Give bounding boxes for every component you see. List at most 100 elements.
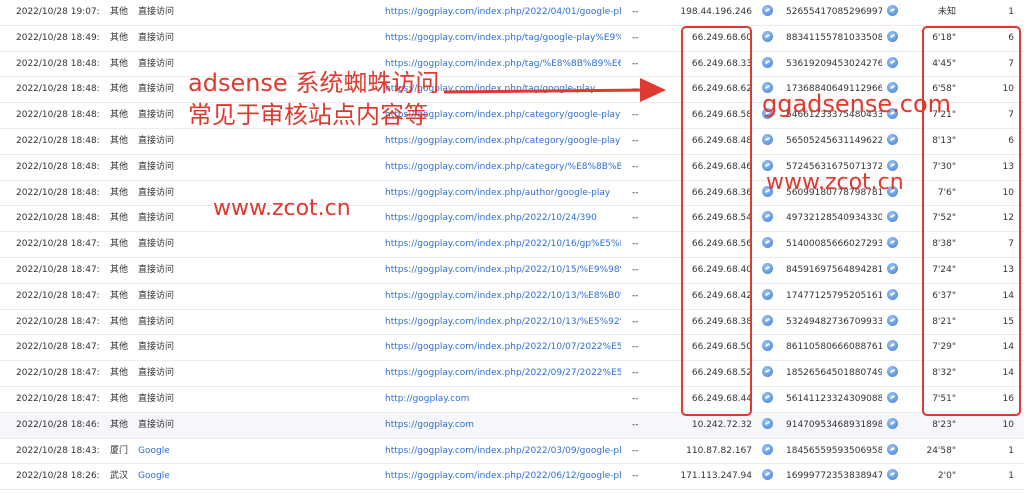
visit-time: 2022/10/28 18:26:10	[16, 471, 100, 482]
visit-url-link[interactable]: https://gogplay.com/index.php/2022/04/01…	[385, 0, 621, 25]
table-row: 2022/10/28 18:43:49 厦门 Google https://gogpl…	[0, 439, 1024, 465]
location-pin-icon[interactable]	[762, 26, 776, 51]
location-pin-icon[interactable]	[887, 284, 901, 309]
visit-url-link[interactable]: https://gogplay.com/index.php/2022/10/07…	[385, 335, 621, 360]
visit-referrer: --	[632, 316, 639, 327]
location-pin-icon[interactable]	[887, 129, 901, 154]
visit-region: 其他	[110, 316, 129, 327]
location-pin-icon[interactable]	[887, 413, 901, 438]
visitor-id: 4973212854093433056	[786, 213, 882, 224]
location-pin-icon[interactable]	[762, 413, 776, 438]
visit-url-link[interactable]: https://gogplay.com/index.php/2022/10/13…	[385, 310, 621, 335]
visit-source: 直接访问	[138, 342, 175, 353]
location-pin-icon[interactable]	[887, 26, 901, 51]
location-pin-icon[interactable]	[762, 335, 776, 360]
annotation-headline-line2: 常见于审核站点内容等	[188, 101, 428, 129]
location-pin-icon[interactable]	[887, 387, 901, 412]
location-pin-icon[interactable]	[762, 284, 776, 309]
visit-url-link[interactable]: https://gogplay.com/index.php/2022/10/15…	[385, 258, 621, 283]
visit-referrer: --	[632, 239, 639, 250]
table-row: 2022/10/28 18:47:24 其他直接访问 https://gogplay…	[0, 284, 1024, 310]
visit-url-link[interactable]: https://gogplay.com/index.php/tag/google…	[385, 26, 621, 51]
visit-time: 2022/10/28 18:48:44	[16, 110, 100, 121]
visit-url-link[interactable]: https://gogplay.com/index.php/category/%…	[385, 155, 621, 180]
visit-duration: 8'23"	[932, 419, 956, 430]
location-pin-icon[interactable]	[762, 0, 776, 25]
visit-source[interactable]: Google	[138, 464, 188, 489]
visit-region: 其他	[110, 213, 129, 224]
visit-url-link[interactable]: http://gogplay.com	[385, 387, 621, 412]
visit-source: 直接访问	[138, 290, 175, 301]
visit-source: 直接访问	[138, 136, 175, 146]
visit-source: 直接访问	[138, 239, 175, 250]
location-pin-icon[interactable]	[762, 232, 776, 257]
duration-pages-highlight-box	[922, 26, 1021, 416]
visit-time: 2022/10/28 18:49:53	[16, 32, 100, 43]
visit-url-link[interactable]: https://gogplay.com/index.php/2022/09/27…	[385, 361, 621, 386]
location-pin-icon[interactable]	[887, 335, 901, 360]
visit-time: 2022/10/28 18:48:33	[16, 136, 100, 146]
location-pin-icon[interactable]	[887, 232, 901, 257]
visit-source[interactable]: Google	[138, 439, 188, 464]
visitor-id: 5324948273670993372	[786, 316, 882, 327]
location-pin-icon[interactable]	[762, 129, 776, 154]
location-pin-icon[interactable]	[762, 258, 776, 283]
location-pin-icon[interactable]	[762, 439, 776, 464]
location-pin-icon[interactable]	[887, 0, 901, 25]
location-pin-icon[interactable]	[887, 439, 901, 464]
table-row: 2022/10/28 18:47:22 其他直接访问 https://gogplay…	[0, 310, 1024, 336]
visit-url-link[interactable]: https://gogplay.com/index.php/2022/03/09…	[385, 439, 621, 464]
location-pin-icon[interactable]	[887, 310, 901, 335]
visit-url-link[interactable]: https://gogplay.com/index.php/author/goo…	[385, 181, 621, 206]
visit-referrer: --	[632, 368, 639, 379]
location-pin-icon[interactable]	[762, 387, 776, 412]
location-pin-icon	[887, 288, 898, 300]
visit-time: 2022/10/28 18:48:48	[16, 84, 100, 95]
visit-url-link[interactable]: https://gogplay.com/index.php/category/g…	[385, 129, 621, 154]
table-row: 2022/10/28 18:47:48 其他直接访问 https://gogplay…	[0, 232, 1024, 258]
table-row: 2022/10/28 18:46:50 其他直接访问 https://gogplay…	[0, 412, 1024, 439]
location-pin-icon[interactable]	[887, 361, 901, 386]
visit-url-link[interactable]: https://gogplay.com/index.php/2022/10/24…	[385, 206, 621, 231]
visit-url-link[interactable]: https://gogplay.com/index.php/2022/10/13…	[385, 284, 621, 309]
location-pin-icon	[762, 5, 773, 16]
location-pin-icon[interactable]	[887, 258, 901, 283]
visit-page-count: 1	[1008, 445, 1014, 456]
table-row: 2022/10/28 18:48:33 其他直接访问 https://gogplay…	[0, 129, 1024, 155]
visitor-id: 5140008566602729344	[786, 239, 882, 250]
location-pin-icon[interactable]	[762, 464, 776, 489]
watermark-left: www.zcot.cn	[213, 196, 351, 221]
visitor-id: 1699977235383894732	[786, 471, 882, 482]
visit-source: 直接访问	[138, 7, 175, 17]
location-pin-icon	[887, 30, 898, 42]
location-pin-icon[interactable]	[762, 52, 776, 77]
location-pin-icon[interactable]	[762, 310, 776, 335]
location-pin-icon	[762, 237, 773, 249]
visit-time: 2022/10/28 19:07:01	[16, 7, 100, 17]
visit-source: 直接访问	[138, 368, 175, 379]
location-pin-icon[interactable]	[887, 464, 901, 489]
visit-ip: 110.87.82.167	[686, 445, 752, 456]
location-pin-icon[interactable]	[762, 361, 776, 386]
table-row: 2022/10/28 18:49:53 其他直接访问 https://gogplay…	[0, 26, 1024, 52]
table-row: 2022/10/28 18:48:02 其他直接访问 https://gogplay…	[0, 206, 1024, 233]
location-pin-icon[interactable]	[887, 206, 901, 231]
visit-region: 其他	[110, 84, 129, 95]
visit-url-link[interactable]: https://gogplay.com	[385, 413, 621, 438]
visitor-id: 8459169756489428197	[786, 265, 882, 275]
location-pin-icon	[887, 263, 898, 274]
visitor-id: 8611058066608876159	[786, 342, 882, 353]
visit-duration: 24'58"	[926, 445, 956, 456]
visitor-id: 8834115578103350815	[786, 32, 882, 43]
table-row: 2022/10/28 18:47:17 其他直接访问 https://gogplay…	[0, 361, 1024, 387]
visit-region: 其他	[110, 32, 129, 43]
visit-region: 其他	[110, 394, 129, 404]
visit-source: 直接访问	[138, 394, 175, 404]
location-pin-icon[interactable]	[762, 206, 776, 231]
visit-region: 其他	[110, 58, 129, 69]
visit-url-link[interactable]: https://gogplay.com/index.php/2022/10/16…	[385, 232, 621, 257]
visitor-id: 1852656450188074944	[786, 368, 882, 379]
location-pin-icon[interactable]	[887, 52, 901, 77]
visit-time: 2022/10/28 18:48:26	[16, 161, 100, 172]
visit-url-link[interactable]: https://gogplay.com/index.php/2022/06/12…	[385, 464, 621, 489]
